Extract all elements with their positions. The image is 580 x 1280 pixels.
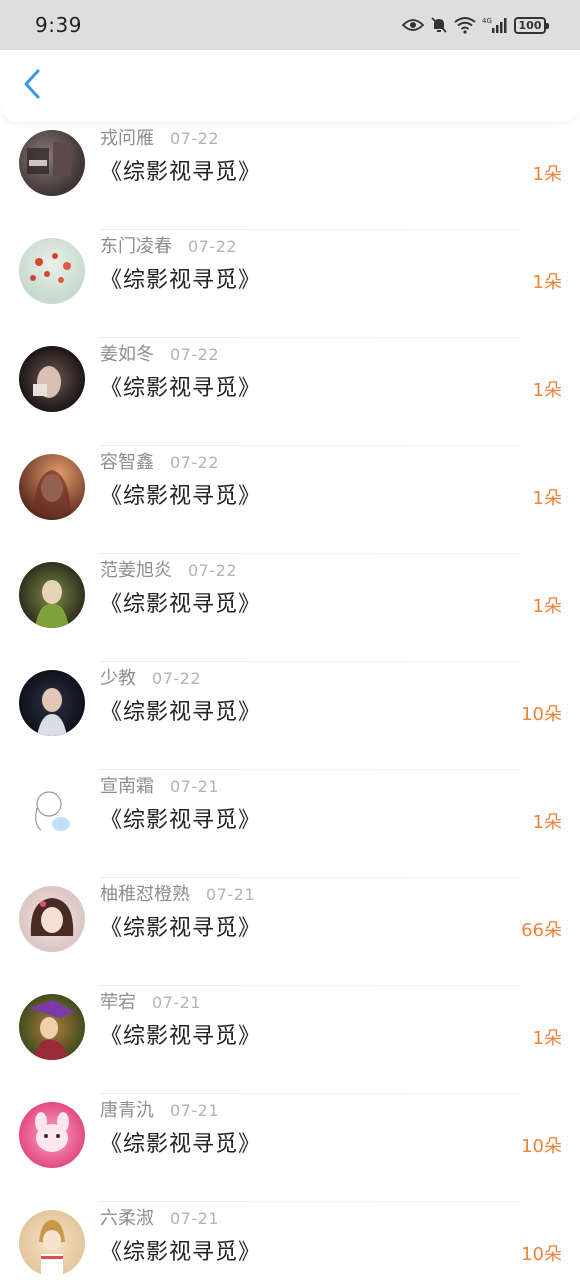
list-item[interactable]: 六柔淑 07-21 《综影视寻觅》 10朵 bbox=[0, 1202, 580, 1280]
gift-date: 07-22 bbox=[152, 669, 201, 688]
user-name: 少教 bbox=[100, 668, 136, 689]
book-title[interactable]: 《综影视寻觅》 bbox=[100, 262, 261, 294]
user-name: 柚稚怼橙熟 bbox=[100, 884, 190, 905]
book-title[interactable]: 《综影视寻觅》 bbox=[100, 1126, 261, 1158]
back-button[interactable] bbox=[14, 66, 50, 106]
user-name: 容智鑫 bbox=[100, 452, 154, 473]
list-item[interactable]: 容智鑫 07-22 《综影视寻觅》 1朵 bbox=[0, 446, 580, 554]
gift-date: 07-22 bbox=[170, 129, 219, 148]
list-item[interactable]: 宣南霜 07-21 《综影视寻觅》 1朵 bbox=[0, 770, 580, 878]
gift-date: 07-21 bbox=[170, 1209, 219, 1228]
book-title[interactable]: 《综影视寻觅》 bbox=[100, 478, 261, 510]
list-item[interactable]: 唐青氿 07-21 《综影视寻觅》 10朵 bbox=[0, 1094, 580, 1202]
user-name: 宣南霜 bbox=[100, 776, 154, 797]
avatar[interactable] bbox=[19, 562, 85, 628]
user-name: 唐青氿 bbox=[100, 1100, 154, 1121]
gift-date: 07-22 bbox=[170, 345, 219, 364]
avatar[interactable] bbox=[19, 1210, 85, 1276]
avatar[interactable] bbox=[19, 994, 85, 1060]
signal-4g-icon: 4G bbox=[482, 16, 508, 34]
status-bar: 9:39 4G 100 bbox=[0, 0, 580, 50]
gift-count: 10朵 bbox=[521, 704, 562, 725]
gift-count: 1朵 bbox=[532, 1028, 562, 1049]
user-name: 范姜旭炎 bbox=[100, 560, 172, 581]
gift-date: 07-22 bbox=[188, 561, 237, 580]
user-name: 六柔淑 bbox=[100, 1208, 154, 1229]
avatar[interactable] bbox=[19, 454, 85, 520]
avatar[interactable] bbox=[19, 886, 85, 952]
gift-count: 1朵 bbox=[532, 272, 562, 293]
list-item[interactable]: 少教 07-22 《综影视寻觅》 10朵 bbox=[0, 662, 580, 770]
chevron-left-icon bbox=[23, 69, 41, 103]
gift-count: 10朵 bbox=[521, 1244, 562, 1265]
user-name: 姜如冬 bbox=[100, 344, 154, 365]
book-title[interactable]: 《综影视寻觅》 bbox=[100, 1018, 261, 1050]
gift-date: 07-22 bbox=[188, 237, 237, 256]
wifi-icon bbox=[454, 16, 476, 34]
battery-icon: 100 bbox=[514, 16, 549, 34]
book-title[interactable]: 《综影视寻觅》 bbox=[100, 1234, 261, 1266]
user-name: 东门凌春 bbox=[100, 236, 172, 257]
book-title[interactable]: 《综影视寻觅》 bbox=[100, 370, 261, 402]
book-title[interactable]: 《综影视寻觅》 bbox=[100, 586, 261, 618]
book-title[interactable]: 《综影视寻觅》 bbox=[100, 910, 261, 942]
avatar[interactable] bbox=[19, 778, 85, 844]
list-item[interactable]: 荦宕 07-21 《综影视寻觅》 1朵 bbox=[0, 986, 580, 1094]
eye-icon bbox=[402, 18, 424, 32]
book-title[interactable]: 《综影视寻觅》 bbox=[100, 802, 261, 834]
list-item[interactable]: 东门凌春 07-22 《综影视寻觅》 1朵 bbox=[0, 230, 580, 338]
gift-count: 1朵 bbox=[532, 164, 562, 185]
gift-count: 66朵 bbox=[521, 920, 562, 941]
gift-record-list[interactable]: 戎问雁 07-22 《综影视寻觅》 1朵 东门凌春 07-22 《综影视寻觅》 … bbox=[0, 0, 580, 1280]
book-title[interactable]: 《综影视寻觅》 bbox=[100, 694, 261, 726]
book-title[interactable]: 《综影视寻觅》 bbox=[100, 154, 261, 186]
gift-count: 1朵 bbox=[532, 380, 562, 401]
list-item[interactable]: 范姜旭炎 07-22 《综影视寻觅》 1朵 bbox=[0, 554, 580, 662]
list-item[interactable]: 戎问雁 07-22 《综影视寻觅》 1朵 bbox=[0, 122, 580, 230]
gift-date: 07-21 bbox=[170, 1101, 219, 1120]
gift-date: 07-21 bbox=[152, 993, 201, 1012]
user-name: 戎问雁 bbox=[100, 128, 154, 149]
gift-date: 07-22 bbox=[170, 453, 219, 472]
avatar[interactable] bbox=[19, 1102, 85, 1168]
list-item[interactable]: 柚稚怼橙熟 07-21 《综影视寻觅》 66朵 bbox=[0, 878, 580, 986]
avatar[interactable] bbox=[19, 670, 85, 736]
svg-text:4G: 4G bbox=[482, 17, 492, 25]
top-nav-bar bbox=[0, 48, 580, 122]
list-item[interactable]: 姜如冬 07-22 《综影视寻觅》 1朵 bbox=[0, 338, 580, 446]
user-name: 荦宕 bbox=[100, 992, 136, 1013]
avatar[interactable] bbox=[19, 346, 85, 412]
avatar[interactable] bbox=[19, 238, 85, 304]
avatar[interactable] bbox=[19, 130, 85, 196]
status-icons: 4G 100 bbox=[402, 16, 549, 34]
mute-bell-icon bbox=[430, 16, 448, 34]
gift-date: 07-21 bbox=[206, 885, 255, 904]
gift-date: 07-21 bbox=[170, 777, 219, 796]
gift-count: 1朵 bbox=[532, 596, 562, 617]
status-time: 9:39 bbox=[35, 13, 82, 37]
gift-count: 1朵 bbox=[532, 488, 562, 509]
gift-count: 1朵 bbox=[532, 812, 562, 833]
gift-count: 10朵 bbox=[521, 1136, 562, 1157]
